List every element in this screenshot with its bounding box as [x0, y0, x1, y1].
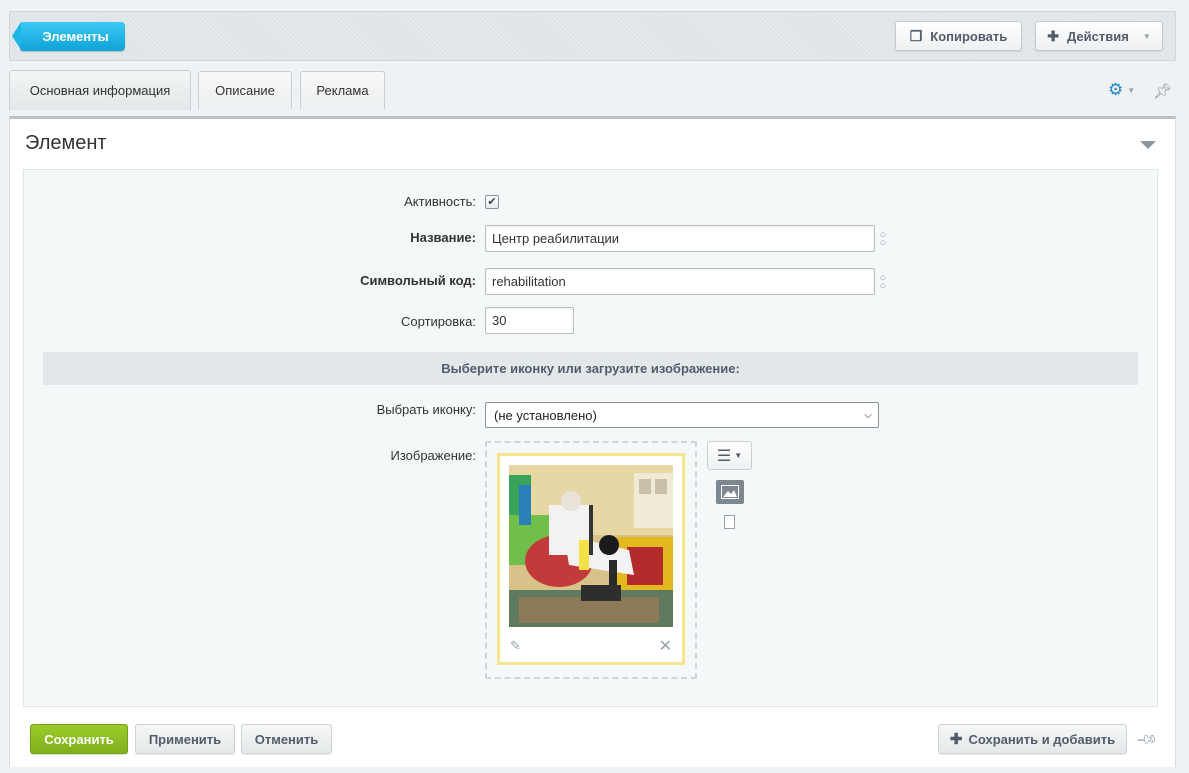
settings-menu[interactable]: ⚙ ▼ — [1108, 80, 1135, 100]
close-icon[interactable]: ✕ — [659, 636, 672, 656]
edit-icon[interactable]: ✎ — [510, 638, 521, 654]
copy-icon: ❐ — [909, 27, 923, 44]
file-icon[interactable] — [724, 515, 735, 529]
chevron-down-icon: ▼ — [1142, 31, 1151, 41]
save-and-add-button[interactable]: ✚ Сохранить и добавить — [938, 724, 1127, 754]
pin-icon[interactable]: 📌︎ — [1135, 727, 1159, 751]
image-menu-button[interactable]: ☰ ▼ — [707, 441, 752, 470]
link-icon[interactable]: ○ ○ — [878, 227, 888, 251]
image-preview-card: ✎ ✕ — [497, 453, 685, 665]
save-and-add-label: Сохранить и добавить — [968, 731, 1116, 747]
sort-field[interactable] — [485, 307, 574, 334]
gear-icon: ⚙ — [1108, 80, 1124, 99]
checkmark-icon: ✔ — [487, 195, 497, 208]
tab-main-info[interactable]: Основная информация — [9, 70, 191, 110]
chevron-down-icon: ▼ — [734, 451, 743, 460]
tab-description[interactable]: Описание — [198, 71, 292, 109]
chevron-down-icon: ⌵ — [864, 409, 872, 421]
actions-button[interactable]: ✚ Действия ▼ — [1035, 21, 1163, 51]
icon-select-value: (не установлено) — [494, 407, 597, 423]
sort-label: Сортировка: — [401, 314, 476, 329]
plus-icon: ✚ — [949, 731, 963, 748]
element-form: Активность: ✔ Название: ○○ Символьный ко… — [23, 169, 1158, 707]
code-field[interactable] — [485, 268, 875, 295]
active-checkbox[interactable]: ✔ — [485, 195, 499, 209]
link-icon[interactable]: ○ ○ — [878, 270, 888, 294]
top-toolbar: Элементы ❐ Копировать ✚ Действия ▼ — [9, 11, 1176, 61]
copy-button-label: Копировать — [930, 28, 1008, 44]
pin-icon[interactable]: 📌︎ — [1153, 82, 1172, 100]
icon-select[interactable]: (не установлено) ⌵ — [485, 402, 879, 428]
code-label: Символьный код: — [360, 273, 476, 288]
icon-label: Выбрать иконку: — [376, 402, 476, 417]
name-label: Название: — [410, 230, 476, 245]
collapse-icon[interactable] — [1140, 141, 1156, 149]
chevron-down-icon: ▼ — [1127, 85, 1136, 95]
image-section-header: Выберите иконку или загрузите изображени… — [43, 352, 1138, 385]
image-label: Изображение: — [390, 448, 476, 463]
image-icon[interactable] — [716, 480, 744, 504]
actions-button-label: Действия — [1067, 28, 1129, 44]
copy-button[interactable]: ❐ Копировать — [895, 21, 1022, 51]
image-dropzone[interactable]: ✎ ✕ — [485, 441, 697, 679]
element-panel: Элемент Активность: ✔ Название: ○○ Симво… — [9, 116, 1176, 767]
active-label: Активность: — [404, 194, 476, 209]
section-title: Элемент — [25, 132, 107, 154]
breadcrumb-elements-button[interactable]: Элементы — [12, 22, 125, 51]
cancel-button[interactable]: Отменить — [241, 724, 332, 754]
apply-button[interactable]: Применить — [135, 724, 235, 754]
save-button[interactable]: Сохранить — [30, 724, 128, 754]
menu-icon: ☰ — [716, 447, 732, 465]
uploaded-photo[interactable] — [509, 465, 673, 627]
name-field[interactable] — [485, 225, 875, 252]
plus-icon: ✚ — [1047, 27, 1059, 44]
tab-advertising[interactable]: Реклама — [300, 71, 385, 109]
